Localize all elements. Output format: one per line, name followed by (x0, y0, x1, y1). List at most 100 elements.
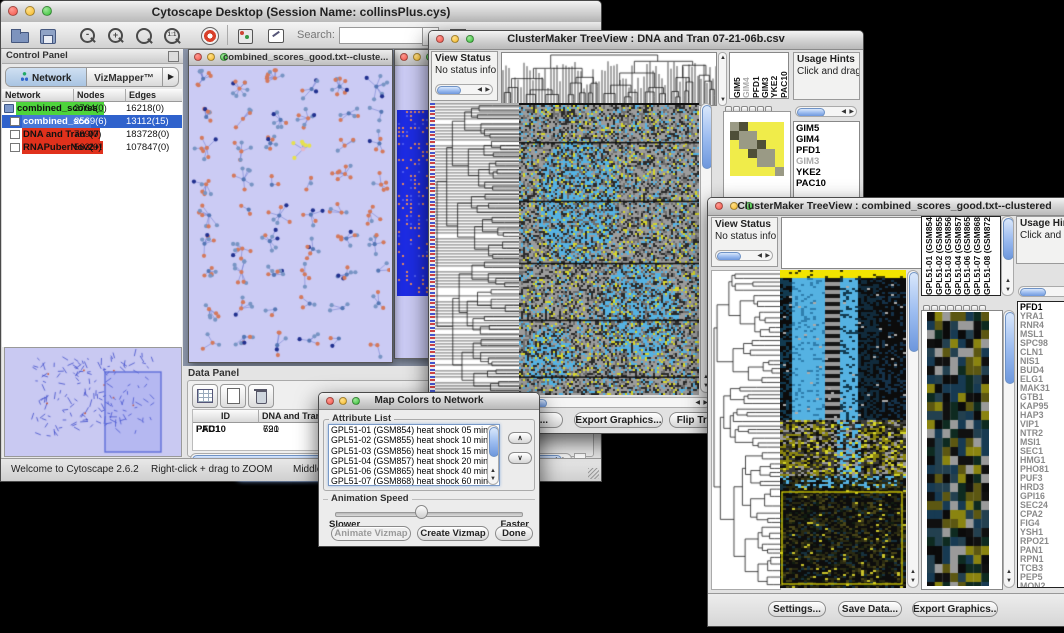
minimize-icon[interactable] (413, 53, 421, 61)
zoom-fit-icon[interactable]: 1:1 (159, 24, 185, 48)
row-label[interactable]: GIM3 (796, 156, 857, 167)
usage-hints-text: Click and drag to (797, 66, 856, 78)
view-status-text: No status info f (715, 231, 774, 243)
close-icon[interactable] (194, 53, 202, 61)
row-label[interactable]: YKE2 (796, 167, 857, 178)
network-list-row[interactable]: DNA and Tran 07769(0)183728(0) (2, 128, 182, 141)
view-status-scrollbar[interactable]: ◀▶ (435, 84, 493, 95)
zoom-panel-toolbar (725, 100, 773, 109)
float-panel-icon[interactable] (168, 51, 179, 62)
network-list-row[interactable]: combined_scores_2764(0)16218(0) (2, 102, 182, 115)
usage-hints-scrollbar[interactable] (1018, 286, 1064, 297)
column-label: GPL51-07 (GSM868) (972, 217, 982, 295)
network-list-row[interactable]: combined_sco2569(6)13112(15) (2, 115, 182, 128)
summary-cell (757, 167, 766, 176)
attribute-list-item[interactable]: GPL51-07 (GSM868) heat shock 60 min (331, 476, 497, 486)
more-tabs-button[interactable]: ▶ (162, 68, 179, 86)
row-id[interactable]: PFD1 (196, 423, 256, 436)
zoom-in-icon[interactable]: + (103, 24, 129, 48)
col-id[interactable]: ID (193, 410, 259, 423)
save-data-button[interactable]: Save Data... (838, 601, 902, 617)
tab-vizmapper[interactable]: VizMapper™ (86, 68, 162, 86)
tab-network[interactable]: Network (6, 68, 87, 86)
birdseye-canvas[interactable] (5, 348, 179, 454)
select-attributes-icon[interactable] (192, 384, 218, 408)
search-input[interactable] (339, 27, 423, 44)
animate-vizmap-button[interactable]: Animate Vizmap (331, 526, 411, 541)
delete-attribute-icon[interactable] (248, 384, 274, 408)
attribute-list-scrollbar[interactable]: ▲▼ (487, 425, 499, 485)
new-attribute-icon[interactable] (220, 384, 246, 408)
global-heatmap-canvas[interactable] (780, 270, 906, 588)
attribute-list-item[interactable]: GPL51-02 (GSM855) heat shock 10 min (331, 435, 497, 445)
network-list-row[interactable]: RNAPuberNov2+!563(0)107847(0) (2, 141, 182, 154)
attribute-list-item[interactable]: GPL51-03 (GSM856) heat shock 15 min (331, 446, 497, 456)
open-file-icon[interactable] (7, 24, 33, 48)
treeview-combined-window: ClusterMaker TreeView : combined_scores_… (707, 197, 1064, 627)
view-status-text: No status info f (435, 65, 494, 77)
network-window-a-titlebar[interactable]: combined_scores_good.txt--cluste... (189, 50, 392, 66)
summary-cell (775, 122, 784, 131)
attribute-list-item[interactable]: GPL51-04 (GSM857) heat shock 20 min (331, 456, 497, 466)
document-icon (10, 143, 20, 152)
column-labels: GIM5GIM4PFD1GIM3YKE2PAC10 (729, 52, 789, 99)
animation-speed-slider[interactable] (335, 512, 523, 517)
column-dendrogram-canvas[interactable] (501, 52, 717, 106)
export-graphics-button[interactable]: Export Graphics... (912, 601, 998, 617)
heatmap-vscrollbar[interactable]: ▲▼ (907, 270, 919, 588)
dialog-titlebar[interactable]: Map Colors to Network (319, 393, 539, 410)
column-label: GPL51-04 (GSM857) (953, 217, 963, 295)
dendrogram-vscrollbar[interactable]: ▲▼ (718, 52, 727, 106)
summary-cell (748, 140, 757, 149)
gene-label[interactable]: MON2 (1020, 582, 1064, 588)
treeview1-titlebar[interactable]: ClusterMaker TreeView : DNA and Tran 07-… (429, 31, 863, 50)
summary-heatmap[interactable] (730, 122, 784, 176)
column-label: GPL51-03 (GSM856) (943, 217, 953, 295)
row-dendrogram-canvas[interactable] (435, 103, 519, 393)
treeview2-titlebar[interactable]: ClusterMaker TreeView : combined_scores_… (708, 198, 1064, 216)
col-edges[interactable]: Edges (126, 89, 182, 102)
export-graphics-button[interactable]: Export Graphics... (574, 412, 663, 428)
row-label[interactable]: GIM4 (796, 134, 857, 145)
move-down-button[interactable]: ∨ (508, 452, 532, 464)
col-nodes[interactable]: Nodes (74, 89, 126, 102)
control-panel-title: Control Panel (6, 50, 68, 61)
create-vizmap-button[interactable]: Create Vizmap (417, 526, 489, 541)
annotation-icon[interactable] (263, 24, 289, 48)
attribute-list: GPL51-01 (GSM854) heat shock 05 minGPL51… (328, 424, 500, 486)
attribute-list-item[interactable]: GPL51-06 (GSM865) heat shock 40 min (331, 466, 497, 476)
row-dendrogram-canvas[interactable] (711, 270, 781, 590)
network-view-canvas[interactable] (189, 66, 390, 361)
summary-cell (748, 149, 757, 158)
move-up-button[interactable]: ∧ (508, 432, 532, 444)
view-status-scrollbar[interactable]: ◀▶ (715, 250, 773, 261)
view-status-panel: View Status No status info f ◀▶ (711, 217, 778, 267)
col-network[interactable]: Network (2, 89, 74, 102)
row-label[interactable]: PFD1 (796, 145, 857, 156)
plugin-manager-icon[interactable] (233, 24, 259, 48)
window-resize-grip[interactable] (588, 468, 599, 479)
close-icon[interactable] (400, 53, 408, 61)
global-heatmap-canvas[interactable] (519, 103, 699, 395)
zoom-out-icon[interactable]: - (75, 24, 101, 48)
column-label: GPL51-01 (GSM854) (924, 217, 934, 295)
main-titlebar[interactable]: Cytoscape Desktop (Session Name: collins… (1, 1, 601, 23)
help-icon[interactable] (197, 24, 223, 48)
row-label[interactable]: GIM5 (796, 123, 857, 134)
minimize-icon[interactable] (207, 53, 215, 61)
summary-cell (775, 167, 784, 176)
settings-button[interactable]: Settings... (768, 601, 826, 617)
usage-hints-scrollbar[interactable]: ◀▶ (795, 106, 857, 117)
zoom-selected-region-icon[interactable] (131, 24, 157, 48)
slider-thumb[interactable] (415, 505, 428, 519)
row-label[interactable]: PAC10 (796, 178, 857, 189)
zoom-vscrollbar[interactable]: ▲▼ (1003, 310, 1015, 588)
column-labels-vscrollbar[interactable]: ▲▼ (1001, 216, 1014, 296)
network-list: combined_scores_2764(0)16218(0)combined_… (2, 102, 182, 154)
save-session-icon[interactable] (35, 24, 61, 48)
dialog-title: Map Colors to Network (319, 395, 539, 406)
zoom-heatmap-canvas[interactable] (927, 312, 989, 586)
summary-cell (775, 140, 784, 149)
done-button[interactable]: Done (495, 526, 533, 541)
attribute-list-item[interactable]: GPL51-01 (GSM854) heat shock 05 min (331, 425, 497, 435)
